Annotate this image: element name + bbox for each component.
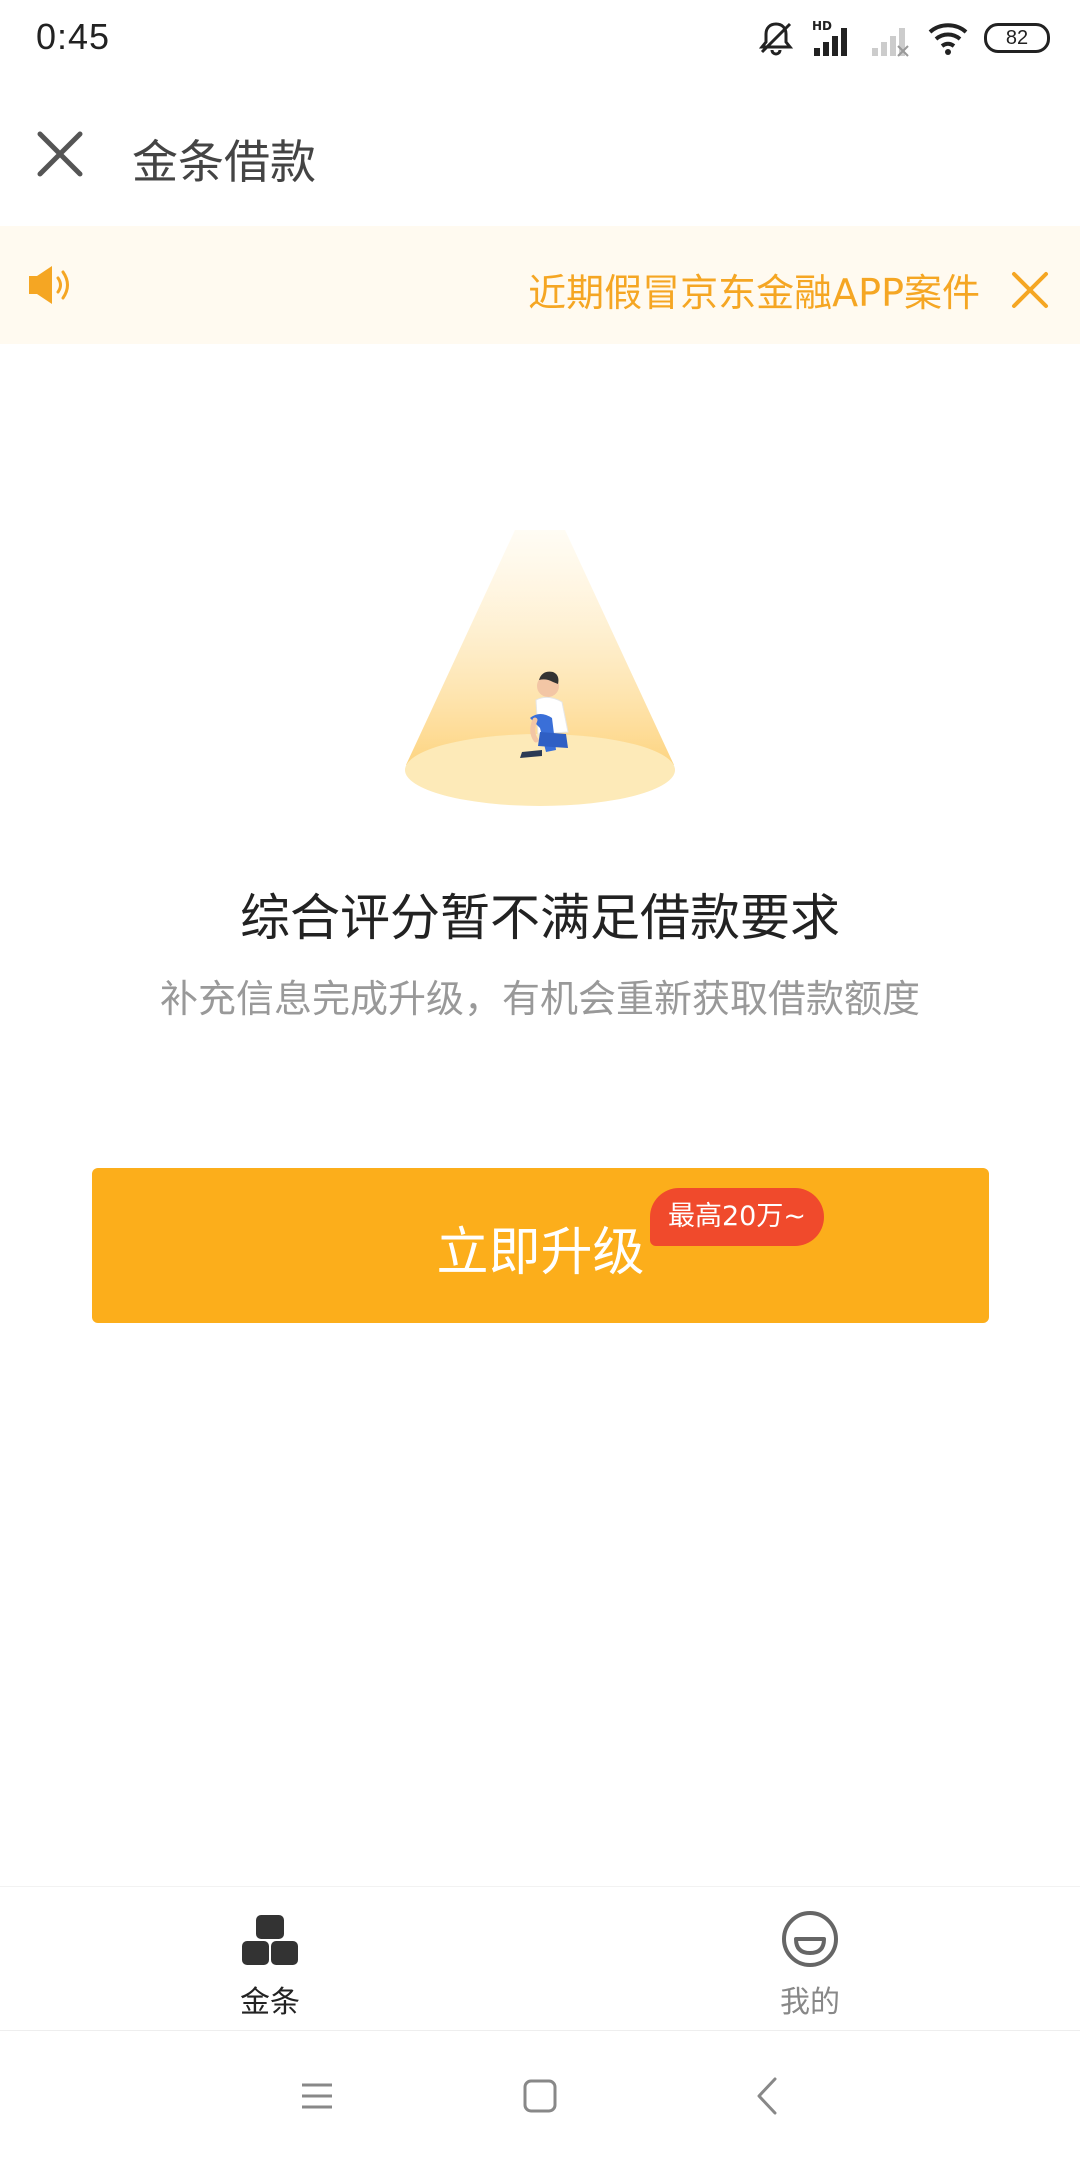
speaker-icon bbox=[29, 266, 69, 304]
silent-bell-icon bbox=[758, 22, 794, 56]
signal-hd-icon: HD bbox=[812, 19, 847, 56]
bottom-tab-bar: 金条 我的 bbox=[0, 1886, 1080, 2031]
close-icon[interactable] bbox=[28, 122, 92, 186]
smiley-icon bbox=[782, 1911, 838, 1967]
result-subtext: 补充信息完成升级，有机会重新获取借款额度 bbox=[160, 977, 921, 1021]
system-navigation-bar bbox=[0, 2030, 1080, 2160]
limit-badge: 最高20万~ bbox=[650, 1188, 824, 1246]
wifi-icon bbox=[928, 23, 968, 55]
menu-icon[interactable] bbox=[292, 2071, 342, 2121]
notice-text: 近期假冒京东金融APP案件 bbox=[528, 271, 980, 315]
spotlight-person-illustration bbox=[405, 530, 675, 806]
tab-mine[interactable]: 我的 bbox=[690, 1887, 930, 2031]
upgrade-button[interactable]: 立即升级 最高20万~ bbox=[92, 1168, 989, 1323]
battery-indicator: 82 bbox=[984, 23, 1050, 53]
status-icons: HD 82 bbox=[756, 16, 1050, 60]
upgrade-button-label: 立即升级 bbox=[436, 1223, 645, 1283]
title-bar: 金条借款 bbox=[0, 80, 1080, 226]
notice-close-icon[interactable] bbox=[1008, 268, 1052, 312]
tab-mine-label: 我的 bbox=[780, 1985, 840, 2020]
signal-empty-icon bbox=[872, 28, 909, 57]
home-icon[interactable] bbox=[515, 2071, 565, 2121]
tab-jintiao[interactable]: 金条 bbox=[150, 1887, 390, 2031]
page-title: 金条借款 bbox=[132, 135, 316, 189]
gold-bars-icon bbox=[242, 1915, 298, 1965]
result-headline: 综合评分暂不满足借款要求 bbox=[240, 889, 840, 947]
tab-jintiao-label: 金条 bbox=[240, 1985, 300, 2020]
hd-label: HD bbox=[812, 19, 832, 33]
status-bar: 0:45 HD 82 bbox=[0, 0, 1080, 80]
status-time: 0:45 bbox=[36, 16, 111, 57]
notice-bar[interactable]: 近期假冒京东金融APP案件 bbox=[0, 226, 1080, 344]
screen: 0:45 HD 82 金条借款 近期假冒京东金融APP案件 综合评分暂不满足借款… bbox=[0, 0, 1080, 2160]
back-icon[interactable] bbox=[743, 2071, 793, 2121]
